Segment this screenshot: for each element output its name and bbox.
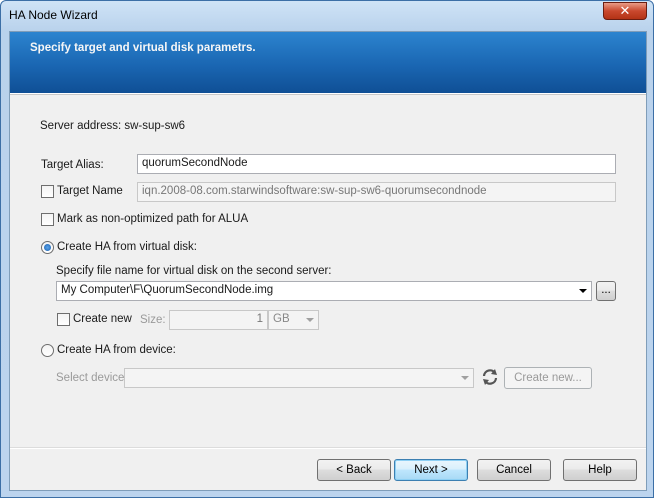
back-button[interactable]: < Back [317,459,391,481]
browse-button[interactable]: ... [596,281,616,301]
wizard-client-area: Specify target and virtual disk parametr… [9,31,647,491]
help-button[interactable]: Help [563,459,637,481]
target-name-input[interactable]: iqn.2008-08.com.starwindsoftware:sw-sup-… [137,182,616,202]
file-name-label: Specify file name for virtual disk on th… [56,265,332,277]
close-icon: ✕ [619,3,631,18]
size-unit-value: GB [273,313,290,325]
size-label: Size: [140,314,166,326]
title-bar[interactable]: HA Node Wizard ✕ [1,1,653,31]
banner-title: Specify target and virtual disk parametr… [30,42,256,54]
alua-checkbox[interactable] [41,213,54,226]
banner-divider [10,93,646,95]
ha-virtual-disk-radio[interactable] [41,241,54,254]
select-device-combo[interactable] [124,368,474,388]
target-name-label: Target Name [57,185,123,197]
chevron-down-icon [461,376,469,380]
next-button[interactable]: Next > [394,459,468,481]
target-alias-label: Target Alias: [41,159,104,171]
create-new-checkbox[interactable] [57,313,70,326]
ha-device-label: Create HA from device: [57,344,176,356]
refresh-icon[interactable] [481,367,499,387]
wizard-header-banner: Specify target and virtual disk parametr… [10,32,646,93]
target-name-checkbox[interactable] [41,185,54,198]
size-input[interactable]: 1 [169,310,268,330]
server-address-label: Server address: sw-sup-sw6 [40,120,186,132]
footer-divider [10,447,646,449]
target-alias-input[interactable]: quorumSecondNode [137,154,616,174]
ha-virtual-disk-label: Create HA from virtual disk: [57,241,197,253]
close-button[interactable]: ✕ [603,2,647,20]
chevron-down-icon [579,289,587,293]
file-path-combo[interactable]: My Computer\F\QuorumSecondNode.img [56,281,592,301]
ha-device-radio[interactable] [41,344,54,357]
chevron-down-icon [306,318,314,322]
create-new-device-button[interactable]: Create new... [504,367,592,389]
window-title: HA Node Wizard [9,8,98,22]
size-unit-combo[interactable]: GB [268,310,319,330]
create-new-label: Create new [73,313,132,325]
select-device-label: Select device [56,372,125,384]
ha-node-wizard-window: HA Node Wizard ✕ Specify target and virt… [0,0,654,498]
cancel-button[interactable]: Cancel [477,459,551,481]
file-path-value: My Computer\F\QuorumSecondNode.img [61,284,274,296]
alua-label: Mark as non-optimized path for ALUA [57,213,249,225]
